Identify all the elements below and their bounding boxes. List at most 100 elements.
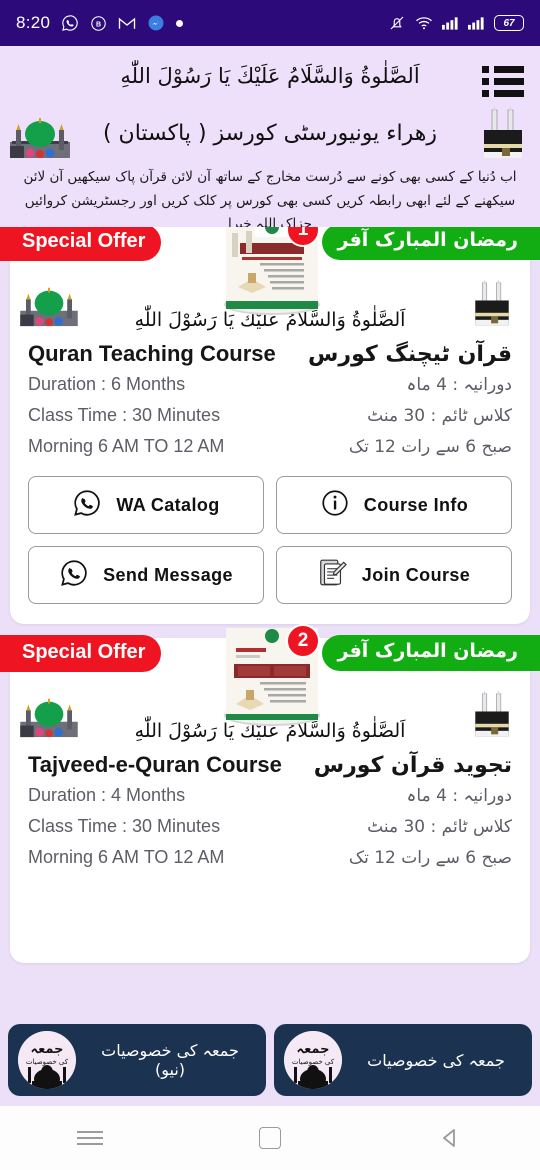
special-offer-badge: Special Offer xyxy=(0,227,162,261)
svg-text:جمعہ: جمعہ xyxy=(30,1042,63,1057)
course-detail-row: Duration : 4 Months دورانیہ : 4 ماہ xyxy=(10,780,530,811)
course-title-en: Tajveed-e-Quran Course xyxy=(28,752,282,777)
svg-text:جمعہ: جمعہ xyxy=(296,1042,329,1057)
status-bar-left: 8:20 B xyxy=(16,13,184,33)
svg-text:کی خصوصیات: کی خصوصیات xyxy=(292,1058,335,1066)
kaaba-icon xyxy=(470,278,514,335)
menu-row xyxy=(482,66,526,73)
course-thumbnail-wrap[interactable]: 1 xyxy=(224,227,320,315)
menu-bar xyxy=(494,66,524,73)
ramadan-offer-badge: رمضان المبارک آفر xyxy=(321,635,540,671)
course-list[interactable]: Special Offer رمضان المبارک آفر 1 اَلصَّ… xyxy=(0,227,540,1106)
status-bar-right: 67 xyxy=(388,14,524,32)
course-info-label: Course Info xyxy=(363,494,469,515)
info-icon xyxy=(320,488,350,523)
course-card[interactable]: Special Offer رمضان المبارک آفر xyxy=(0,227,540,624)
card-number-badge: 2 xyxy=(286,624,320,658)
course-title-ur: قرآن ٹیچنگ کورس xyxy=(308,341,512,367)
card-ribbon-row: Special Offer رمضان المبارک آفر xyxy=(0,227,540,315)
battery-icon: 67 xyxy=(494,15,524,31)
course-classtime-en: Class Time : 30 Minutes xyxy=(28,405,221,425)
menu-square xyxy=(482,90,489,97)
gmail-icon xyxy=(118,16,136,31)
jumma-bottom-bar: جمعہ کی خصوصیات جمعہ کی خصوصیات (نیو) جم… xyxy=(0,1016,540,1106)
svg-text:کی خصوصیات: کی خصوصیات xyxy=(26,1058,69,1066)
jumma-khususiyat-new-label: جمعہ کی خصوصیات (نیو) xyxy=(101,1041,239,1079)
menu-bar xyxy=(494,78,524,85)
course-duration-ur: دورانیہ : 4 ماہ xyxy=(406,375,512,395)
green-dome-mosque-icon xyxy=(18,693,80,744)
jumma-khususiyat-button[interactable]: جمعہ کی خصوصیات جمعہ کی خصوصیات xyxy=(274,1024,532,1096)
vibrate-icon xyxy=(388,14,406,32)
course-hours-en: Morning 6 AM TO 12 AM xyxy=(28,847,225,867)
signal-icon-1 xyxy=(442,16,459,30)
kaaba-icon xyxy=(470,689,514,746)
ramadan-offer-badge: رمضان المبارک آفر xyxy=(321,227,540,260)
course-action-buttons: WA Catalog Course Info Send Message Join… xyxy=(10,462,530,624)
battery-level: 67 xyxy=(503,17,515,29)
course-title-row: Quran Teaching Course قرآن ٹیچنگ کورس xyxy=(10,335,530,369)
course-thumbnail-wrap[interactable]: 2 xyxy=(224,624,320,726)
course-thumbnail[interactable] xyxy=(224,628,320,726)
whatsapp-icon xyxy=(72,488,102,523)
svg-text:B: B xyxy=(96,20,101,28)
course-detail-row: Morning 6 AM TO 12 AM صبح 6 سے رات 12 تک xyxy=(10,431,530,462)
whatsapp-icon xyxy=(61,14,79,32)
jumma-logo-icon: جمعہ کی خصوصیات xyxy=(18,1031,76,1089)
signal-icon-2 xyxy=(468,16,485,30)
green-dome-mosque-icon xyxy=(8,112,72,165)
document-edit-icon xyxy=(318,557,348,594)
jumma-khususiyat-label: جمعہ کی خصوصیات xyxy=(367,1050,505,1070)
join-course-button[interactable]: Join Course xyxy=(276,546,512,604)
android-nav-bar xyxy=(0,1106,540,1170)
app-header: اَلصَّلٰوةُ وَالسَّلَامُ عَلَيْكَ يَا رَ… xyxy=(0,46,540,232)
course-duration-en: Duration : 4 Months xyxy=(28,785,186,805)
dot-indicator-icon xyxy=(176,19,184,27)
back-icon[interactable] xyxy=(420,1118,480,1158)
course-classtime-en: Class Time : 30 Minutes xyxy=(28,816,221,836)
menu-row xyxy=(482,78,526,85)
wa-catalog-label: WA Catalog xyxy=(116,494,220,515)
course-hours-en: Morning 6 AM TO 12 AM xyxy=(28,436,225,456)
course-card[interactable]: Special Offer رمضان المبارک آفر xyxy=(0,624,540,963)
kaaba-icon xyxy=(478,106,528,167)
recents-icon[interactable] xyxy=(60,1118,120,1158)
b-app-icon: B xyxy=(90,15,107,32)
course-detail-row: Morning 6 AM TO 12 AM صبح 6 سے رات 12 تک xyxy=(10,842,530,873)
course-title-row: Tajveed-e-Quran Course تجوید قرآن کورس xyxy=(10,746,530,780)
send-message-button[interactable]: Send Message xyxy=(28,546,264,604)
card-bottom-spacer xyxy=(10,873,530,963)
status-bar: 8:20 B 67 xyxy=(0,0,540,46)
menu-row xyxy=(482,90,526,97)
special-offer-badge: Special Offer xyxy=(0,635,162,672)
course-title-en: Quran Teaching Course xyxy=(28,341,276,366)
course-detail-row: Class Time : 30 Minutes کلاس ٹائم : 30 م… xyxy=(10,811,530,842)
status-bar-clock: 8:20 xyxy=(16,13,51,32)
home-square xyxy=(259,1127,281,1149)
list-menu-icon[interactable] xyxy=(482,56,526,102)
join-course-label: Join Course xyxy=(361,564,471,585)
header-calligraphy: اَلصَّلٰوةُ وَالسَّلَامُ عَلَيْكَ يَا رَ… xyxy=(120,64,420,88)
jumma-khususiyat-new-button[interactable]: جمعہ کی خصوصیات جمعہ کی خصوصیات (نیو) xyxy=(8,1024,266,1096)
menu-square xyxy=(482,66,489,73)
header-description-line1: اب دُنیا کے کسی بھی کونے سے دُرست مخارج … xyxy=(23,169,517,185)
home-icon[interactable] xyxy=(240,1118,300,1158)
course-detail-row: Class Time : 30 Minutes کلاس ٹائم : 30 م… xyxy=(10,400,530,431)
send-message-label: Send Message xyxy=(103,564,233,585)
course-info-button[interactable]: Course Info xyxy=(276,476,512,534)
messenger-icon xyxy=(147,14,165,32)
course-classtime-ur: کلاس ٹائم : 30 منٹ xyxy=(367,405,512,426)
course-thumbnail[interactable] xyxy=(224,227,320,315)
card-ribbon-row: Special Offer رمضان المبارک آفر xyxy=(0,624,540,726)
wifi-icon xyxy=(415,16,433,30)
wa-catalog-button[interactable]: WA Catalog xyxy=(28,476,264,534)
menu-square xyxy=(482,78,489,85)
recents-lines xyxy=(77,1127,103,1148)
course-duration-ur: دورانیہ : 4 ماہ xyxy=(406,786,512,806)
course-hours-ur: صبح 6 سے رات 12 تک xyxy=(348,848,512,868)
green-dome-mosque-icon xyxy=(18,282,80,333)
header-top-row: اَلصَّلٰوةُ وَالسَّلَامُ عَلَيْكَ يَا رَ… xyxy=(0,56,540,102)
page-title: زهراء يونيورسٹی کورسز ( پاکستان ) xyxy=(102,120,438,146)
course-hours-ur: صبح 6 سے رات 12 تک xyxy=(348,437,512,457)
whatsapp-icon xyxy=(59,558,89,593)
